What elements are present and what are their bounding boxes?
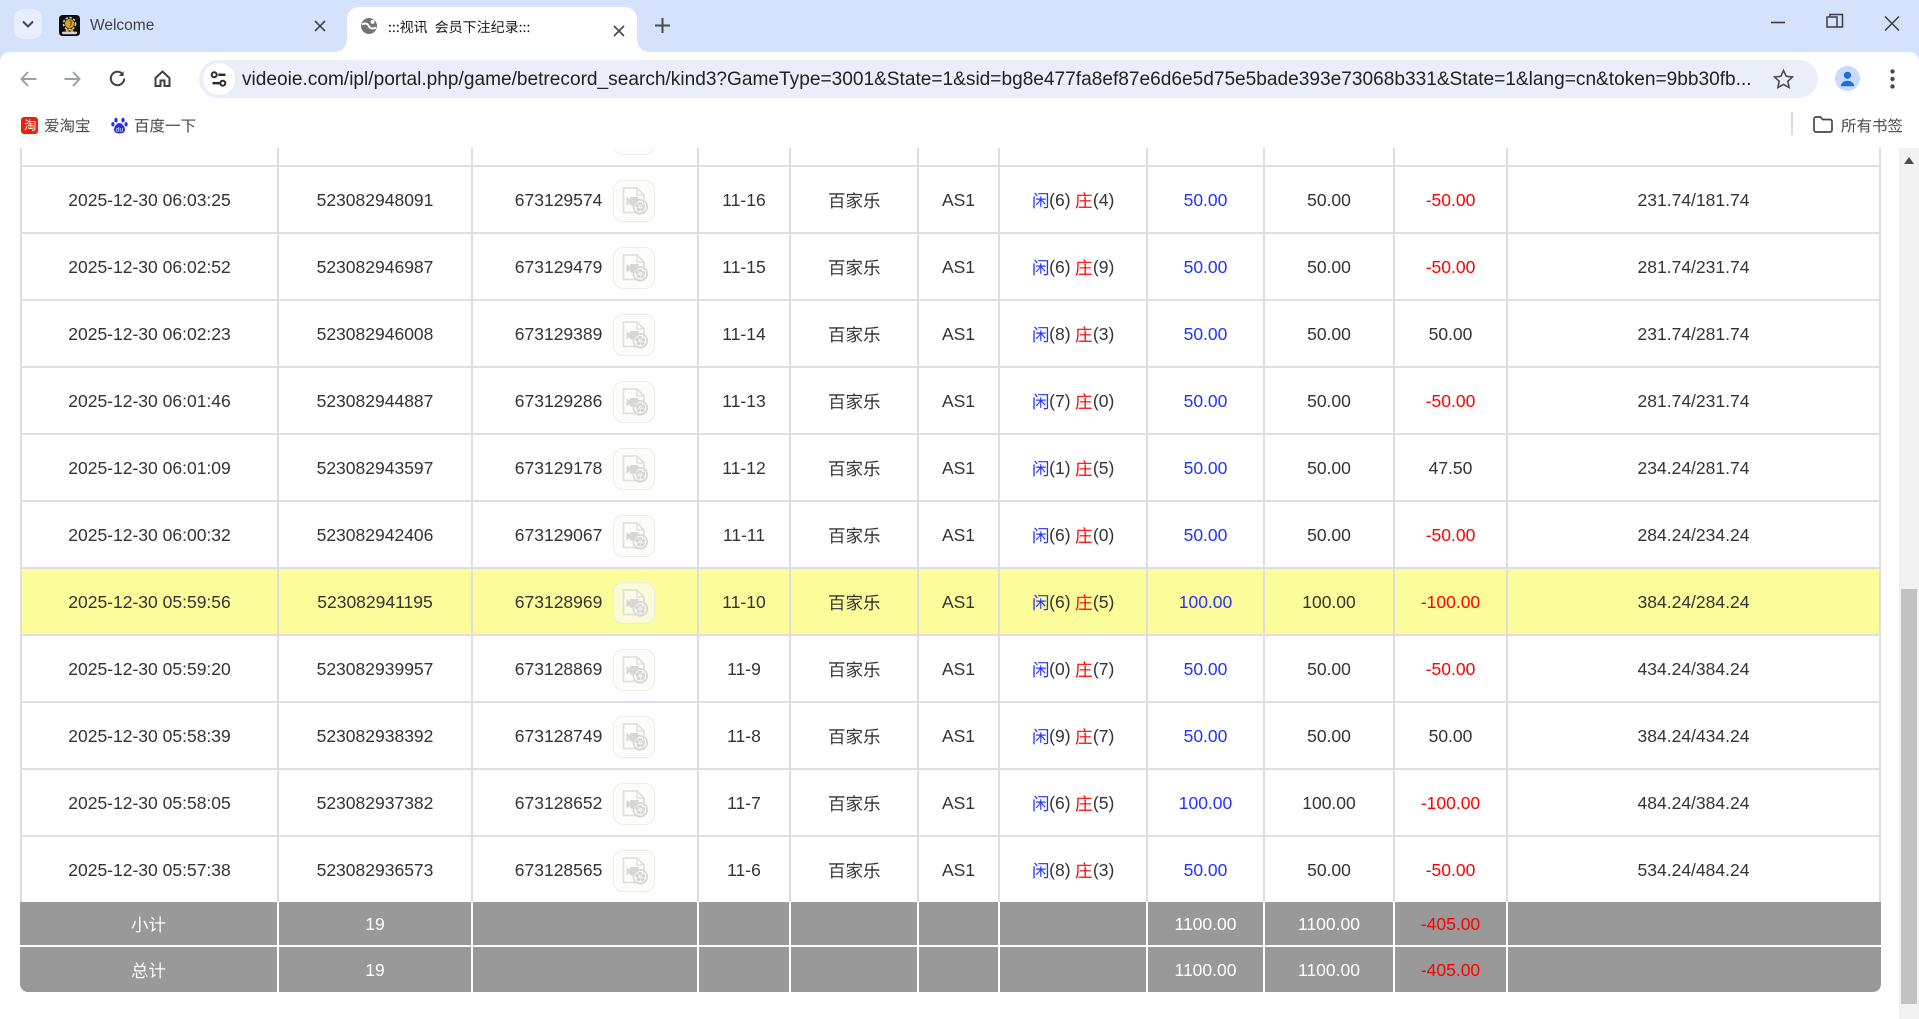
svg-text:du: du <box>116 127 124 134</box>
